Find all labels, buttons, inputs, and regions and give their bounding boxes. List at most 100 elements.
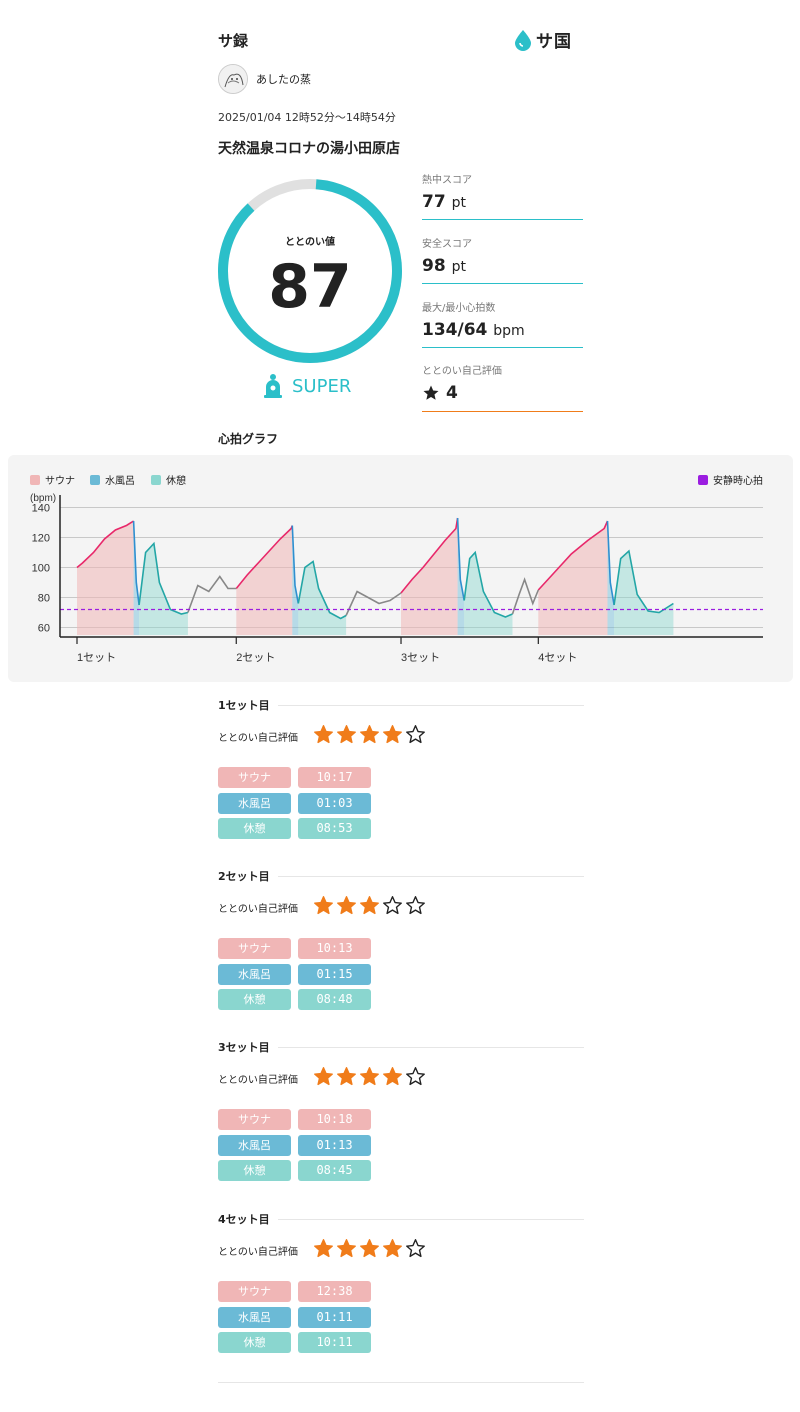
series-area: [139, 543, 188, 635]
series-line: [511, 577, 540, 615]
star-filled-icon[interactable]: [359, 1238, 380, 1259]
stat-value: 134/64: [422, 320, 488, 340]
star-filled-icon[interactable]: [336, 1238, 357, 1259]
divider: [278, 1219, 584, 1220]
star-empty-icon[interactable]: [405, 1238, 426, 1259]
star-filled-icon[interactable]: [336, 724, 357, 745]
x-tick-label: 1セット: [77, 651, 116, 664]
divider: [422, 219, 583, 220]
stat-label: ととのい自己評価: [422, 366, 502, 377]
phase-label: 休憩: [218, 1160, 291, 1181]
series-area: [236, 525, 293, 635]
stat-value: 4: [446, 383, 458, 403]
star-rating[interactable]: [313, 1066, 426, 1087]
phase-duration: 01:13: [298, 1134, 371, 1156]
phase-label: サウナ: [218, 938, 291, 959]
star-empty-icon[interactable]: [405, 724, 426, 745]
phase-label: 休憩: [218, 1332, 291, 1353]
user-info[interactable]: あしたの蒸: [218, 64, 311, 94]
stat-value: 98: [422, 256, 446, 276]
star-filled-icon[interactable]: [336, 895, 357, 916]
stat-self-rating: ととのい自己評価 4: [422, 362, 583, 412]
totonoi-value: 87: [268, 252, 352, 322]
phase-duration: 10:18: [298, 1109, 371, 1130]
series-line: [345, 590, 402, 616]
star-filled-icon[interactable]: [359, 895, 380, 916]
totonoi-rank: SUPER: [262, 373, 351, 399]
x-tick-label: 2セット: [236, 651, 275, 664]
phase-duration: 01:15: [298, 963, 371, 985]
star-filled-icon[interactable]: [313, 1066, 334, 1087]
facility-name[interactable]: 天然温泉コロナの湯小田原店: [218, 138, 400, 158]
set-title: 3セット目: [218, 1041, 270, 1054]
star-rating[interactable]: [313, 1238, 426, 1259]
stat-unit: pt: [451, 195, 466, 211]
set-title: 2セット目: [218, 870, 270, 883]
phase-label: 休憩: [218, 989, 291, 1010]
stat-safety-score: 安全スコア 98 pt: [422, 235, 583, 284]
divider: [278, 1047, 584, 1048]
stat-heart-rate: 最大/最小心拍数 134/64 bpm: [422, 299, 583, 348]
phase-duration: 08:45: [298, 1160, 371, 1181]
phase-label: 水風呂: [218, 792, 291, 814]
phase-duration: 10:13: [298, 938, 371, 959]
star-filled-icon[interactable]: [313, 895, 334, 916]
rank-label: SUPER: [292, 375, 352, 397]
divider: [422, 283, 583, 284]
star-empty-icon[interactable]: [405, 895, 426, 916]
star-filled-icon[interactable]: [359, 724, 380, 745]
star-filled-icon[interactable]: [382, 1066, 403, 1087]
stat-unit: pt: [451, 259, 466, 275]
user-name[interactable]: あしたの蒸: [256, 71, 311, 87]
heart-rate-chart: (bpm)14012010080601セット 2セット 3セット 4セット: [30, 493, 763, 664]
session-datetime: 2025/01/04 12時52分〜14時54分: [218, 111, 396, 124]
phase-label: 水風呂: [218, 1306, 291, 1328]
divider: [422, 347, 583, 348]
stat-label: 最大/最小心拍数: [422, 303, 496, 314]
phase-label: サウナ: [218, 767, 291, 788]
star-filled-icon[interactable]: [313, 1238, 334, 1259]
star-filled-icon[interactable]: [382, 1238, 403, 1259]
divider: [422, 411, 583, 412]
divider: [278, 876, 584, 877]
star-empty-icon[interactable]: [382, 895, 403, 916]
bottom-divider: [218, 1382, 584, 1383]
phase-label: サウナ: [218, 1109, 291, 1130]
star-icon: [423, 385, 439, 400]
phase-label: サウナ: [218, 1281, 291, 1302]
phase-duration: 08:53: [298, 818, 371, 839]
set-title: 4セット目: [218, 1213, 270, 1226]
star-rating[interactable]: [313, 895, 426, 916]
star-rating[interactable]: [313, 724, 426, 745]
stat-heat-score: 熱中スコア 77 pt: [422, 171, 583, 220]
phase-duration: 10:17: [298, 767, 371, 788]
series-area: [464, 552, 513, 635]
heart-graph-title: 心拍グラフ: [218, 432, 279, 446]
phase-duration: 01:03: [298, 792, 371, 814]
phase-duration: 08:48: [298, 989, 371, 1010]
sakuni-logo[interactable]: サ国: [514, 27, 572, 52]
y-tick-label: 100: [32, 563, 50, 575]
phase-label: 水風呂: [218, 1134, 291, 1156]
star-filled-icon[interactable]: [382, 724, 403, 745]
phase-duration: 12:38: [298, 1281, 371, 1302]
star-empty-icon[interactable]: [405, 1066, 426, 1087]
divider: [278, 705, 584, 706]
sauna-stove-icon: [264, 374, 282, 398]
avatar: [218, 64, 248, 94]
rating-label: ととのい自己評価: [218, 1075, 298, 1086]
star-filled-icon[interactable]: [359, 1066, 380, 1087]
stat-label: 熱中スコア: [422, 175, 472, 186]
phase-duration: 01:11: [298, 1306, 371, 1328]
star-filled-icon[interactable]: [313, 724, 334, 745]
stat-label: 安全スコア: [422, 239, 472, 250]
totonoi-label: ととのい値: [285, 237, 335, 248]
phase-label: 水風呂: [218, 963, 291, 985]
rating-label: ととのい自己評価: [218, 1247, 298, 1258]
y-tick-label: 60: [38, 623, 50, 635]
set-title: 1セット目: [218, 699, 270, 712]
rating-label: ととのい自己評価: [218, 733, 298, 744]
star-filled-icon[interactable]: [336, 1066, 357, 1087]
series-area: [614, 551, 674, 635]
y-tick-label: 120: [32, 533, 50, 545]
